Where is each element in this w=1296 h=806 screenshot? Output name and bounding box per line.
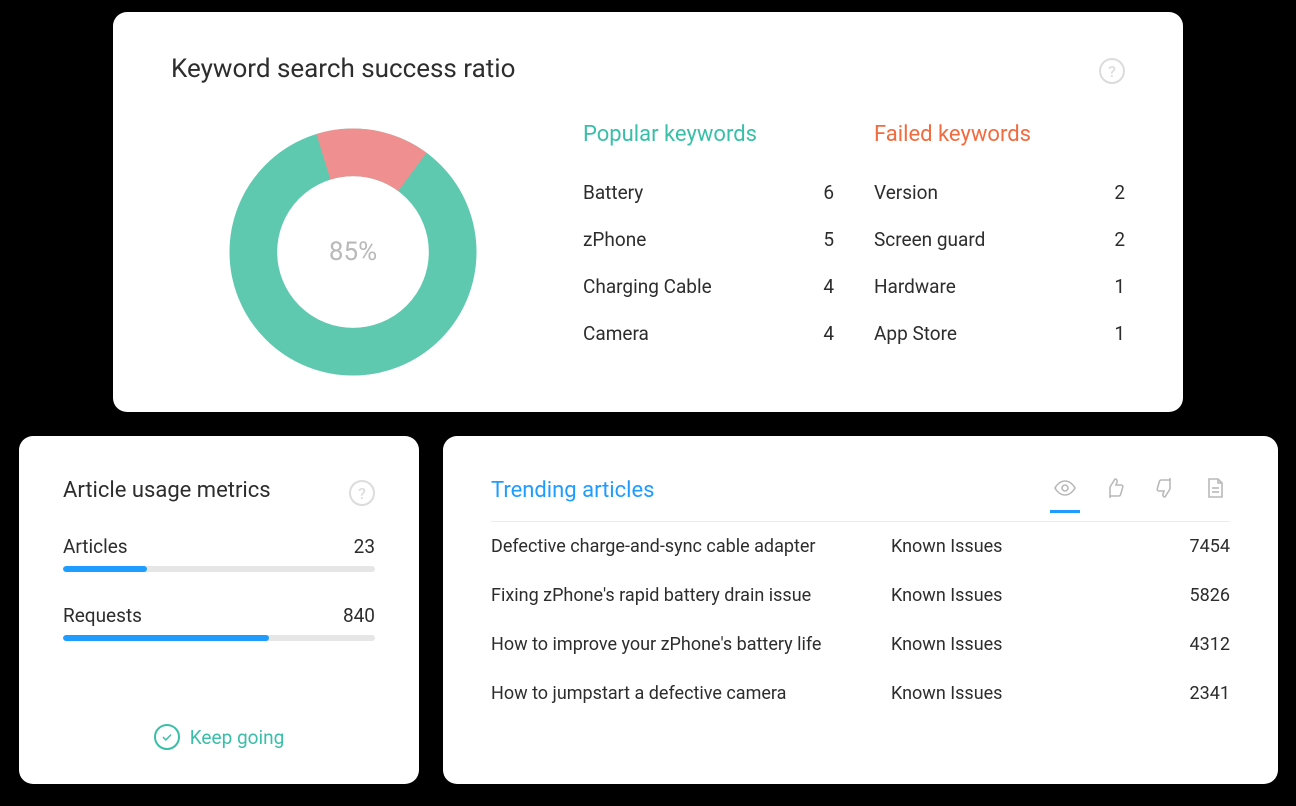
keyword-row: Charging Cable 4	[583, 263, 834, 310]
metric-requests: Requests 840	[63, 604, 375, 641]
keyword-label: App Store	[874, 322, 957, 345]
keyword-count: 2	[1114, 228, 1125, 251]
keyword-count: 1	[1114, 275, 1125, 298]
views-tab[interactable]	[1050, 476, 1080, 513]
article-category: Known Issues	[891, 585, 1150, 606]
keyword-count: 4	[823, 275, 834, 298]
article-title: Defective charge-and-sync cable adapter	[491, 536, 891, 557]
failed-keywords-title: Failed keywords	[874, 122, 1125, 147]
help-icon[interactable]: ?	[1099, 58, 1125, 84]
thumbs-down-icon	[1153, 476, 1177, 504]
keyword-row: Hardware 1	[874, 263, 1125, 310]
article-category: Known Issues	[891, 536, 1150, 557]
keyword-columns: Popular keywords Battery 6 zPhone 5 Char…	[583, 122, 1125, 357]
keyword-count: 5	[823, 228, 834, 251]
keyword-row: Camera 4	[583, 310, 834, 357]
article-count: 5826	[1150, 585, 1230, 606]
keyword-label: zPhone	[583, 228, 646, 251]
donut-percent-label: 85%	[223, 122, 483, 382]
donut-chart: 85%	[223, 122, 483, 382]
keyword-label: Version	[874, 181, 938, 204]
metric-label: Requests	[63, 604, 142, 627]
trending-row[interactable]: How to jumpstart a defective camera Know…	[491, 669, 1230, 718]
card-title: Keyword search success ratio	[171, 54, 1125, 84]
eye-icon	[1053, 476, 1077, 504]
article-count: 2341	[1150, 683, 1230, 704]
keyword-row: zPhone 5	[583, 216, 834, 263]
popular-keywords-column: Popular keywords Battery 6 zPhone 5 Char…	[583, 122, 834, 357]
keyword-row: Battery 6	[583, 169, 834, 216]
thumbs-up-icon	[1103, 476, 1127, 504]
trending-row[interactable]: Defective charge-and-sync cable adapter …	[491, 522, 1230, 571]
trending-articles-card: Trending articles Defective charge-and-s…	[443, 436, 1278, 784]
keyword-search-card: Keyword search success ratio ? 85% Popul…	[113, 12, 1183, 412]
popular-keywords-title: Popular keywords	[583, 122, 834, 147]
keyword-row: Screen guard 2	[874, 216, 1125, 263]
check-circle-icon	[154, 724, 180, 750]
article-title: How to jumpstart a defective camera	[491, 683, 891, 704]
trending-row[interactable]: Fixing zPhone's rapid battery drain issu…	[491, 571, 1230, 620]
keyword-count: 2	[1114, 181, 1125, 204]
keyword-row: App Store 1	[874, 310, 1125, 357]
keyword-count: 6	[823, 181, 834, 204]
article-title: Fixing zPhone's rapid battery drain issu…	[491, 585, 891, 606]
article-count: 4312	[1150, 634, 1230, 655]
status-indicator: Keep going	[19, 724, 419, 750]
help-icon[interactable]: ?	[349, 480, 375, 506]
trending-row[interactable]: How to improve your zPhone's battery lif…	[491, 620, 1230, 669]
article-category: Known Issues	[891, 683, 1150, 704]
keyword-label: Battery	[583, 181, 643, 204]
metric-value: 23	[354, 535, 375, 558]
metric-articles: Articles 23	[63, 535, 375, 572]
document-tab[interactable]	[1200, 476, 1230, 513]
keyword-count: 1	[1114, 322, 1125, 345]
article-category: Known Issues	[891, 634, 1150, 655]
status-label: Keep going	[190, 726, 285, 749]
progress-fill	[63, 635, 269, 641]
keyword-label: Camera	[583, 322, 649, 345]
article-usage-card: Article usage metrics ? Articles 23 Requ…	[19, 436, 419, 784]
article-title: How to improve your zPhone's battery lif…	[491, 634, 891, 655]
progress-fill	[63, 566, 147, 572]
keyword-label: Charging Cable	[583, 275, 712, 298]
metric-label: Articles	[63, 535, 128, 558]
progress-track	[63, 635, 375, 641]
article-count: 7454	[1150, 536, 1230, 557]
card-title: Article usage metrics	[63, 478, 375, 503]
failed-keywords-column: Failed keywords Version 2 Screen guard 2…	[874, 122, 1125, 357]
document-icon	[1203, 476, 1227, 504]
progress-track	[63, 566, 375, 572]
dislikes-tab[interactable]	[1150, 476, 1180, 513]
keyword-count: 4	[823, 322, 834, 345]
keyword-label: Screen guard	[874, 228, 985, 251]
metric-value: 840	[343, 604, 375, 627]
metric-tabs	[1050, 476, 1230, 513]
keyword-label: Hardware	[874, 275, 956, 298]
likes-tab[interactable]	[1100, 476, 1130, 513]
keyword-row: Version 2	[874, 169, 1125, 216]
